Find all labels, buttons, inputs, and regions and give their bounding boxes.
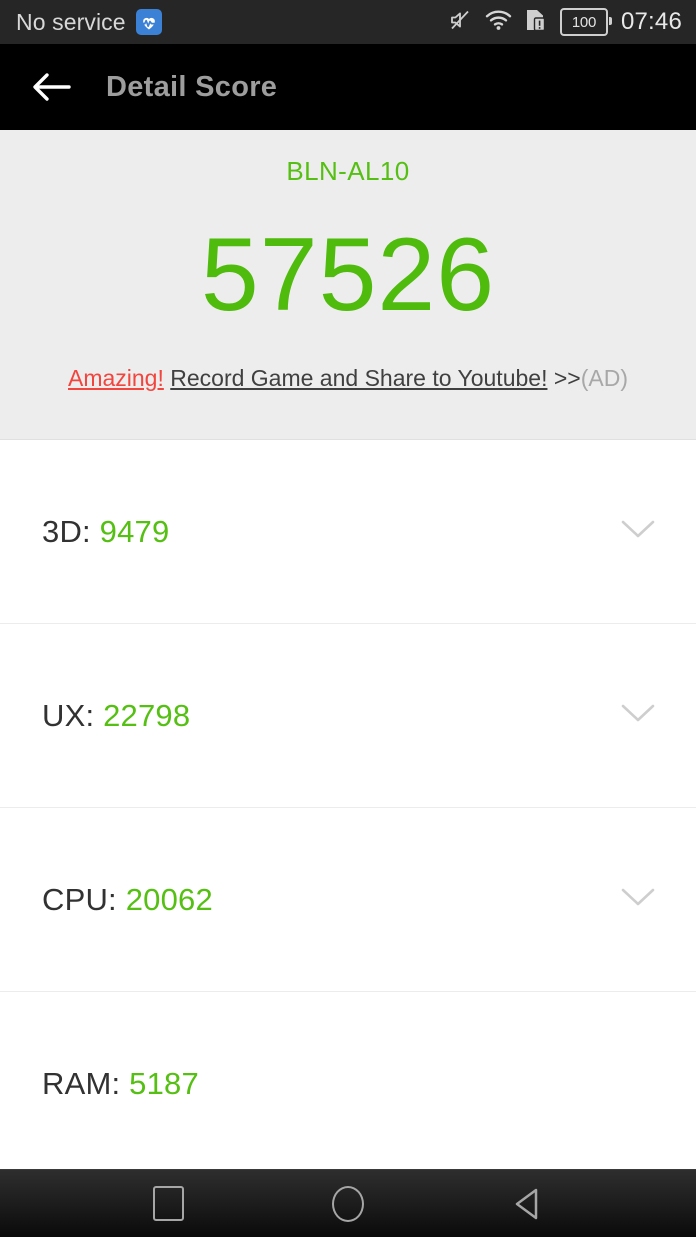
score-row-ram[interactable]: RAM: 5187 [0,992,696,1176]
arrow-back-icon[interactable] [28,64,74,110]
battery-icon: 100 [559,8,612,36]
battery-level-label: 100 [571,13,596,31]
status-bar-left: No service [16,9,162,36]
score-row-cpu[interactable]: CPU: 20062 [0,808,696,992]
back-triangle-icon[interactable] [500,1176,556,1232]
score-row-label: RAM: 5187 [42,1066,199,1101]
recents-square-icon[interactable] [140,1176,196,1232]
score-row-value: 22798 [103,697,191,733]
score-row-label: 3D: 9479 [42,513,170,549]
app-bar: Detail Score [0,44,696,130]
page-title: Detail Score [106,70,278,103]
ad-body-text: Record Game and Share to Youtube! [170,365,548,391]
chevron-down-icon[interactable] [620,886,656,913]
heart-pulse-icon [135,9,162,35]
ad-arrows: >> [553,365,581,391]
score-row-ux[interactable]: UX: 22798 [0,624,696,808]
home-circle-shape [332,1185,364,1222]
home-circle-icon[interactable] [320,1176,376,1232]
status-bar: No service 100 07:46 [0,0,696,44]
ad-headline: Amazing! [67,365,164,391]
score-summary-panel: BLN-AL10 57526 Amazing! Record Game and … [0,130,696,440]
score-row-value: 9479 [99,513,170,549]
score-row-label: UX: 22798 [42,697,191,733]
device-model-label: BLN-AL10 [286,156,410,186]
score-row-value: 20062 [125,881,213,917]
score-row-value: 5187 [129,1066,199,1101]
ad-banner[interactable]: Amazing! Record Game and Share to Youtub… [0,365,696,392]
status-bar-right: 100 07:46 [448,8,682,37]
chevron-down-icon[interactable] [620,518,656,545]
android-navigation-bar [0,1169,696,1237]
carrier-label: No service [16,8,126,35]
wifi-icon [485,9,512,36]
volume-mute-icon [448,8,472,37]
chevron-down-icon[interactable] [620,702,656,729]
ad-tag-label: (AD) [580,365,629,391]
score-row-3d[interactable]: 3D: 9479 [0,440,696,624]
sim-card-alert-icon [525,8,547,37]
total-score-value: 57526 [200,217,496,333]
clock-label: 07:46 [620,8,682,35]
recents-square-shape [152,1186,184,1221]
score-row-label: CPU: 20062 [42,881,213,917]
score-list: 3D: 9479 UX: 22798 CPU: 20062 RAM: 5187 [0,440,696,1176]
